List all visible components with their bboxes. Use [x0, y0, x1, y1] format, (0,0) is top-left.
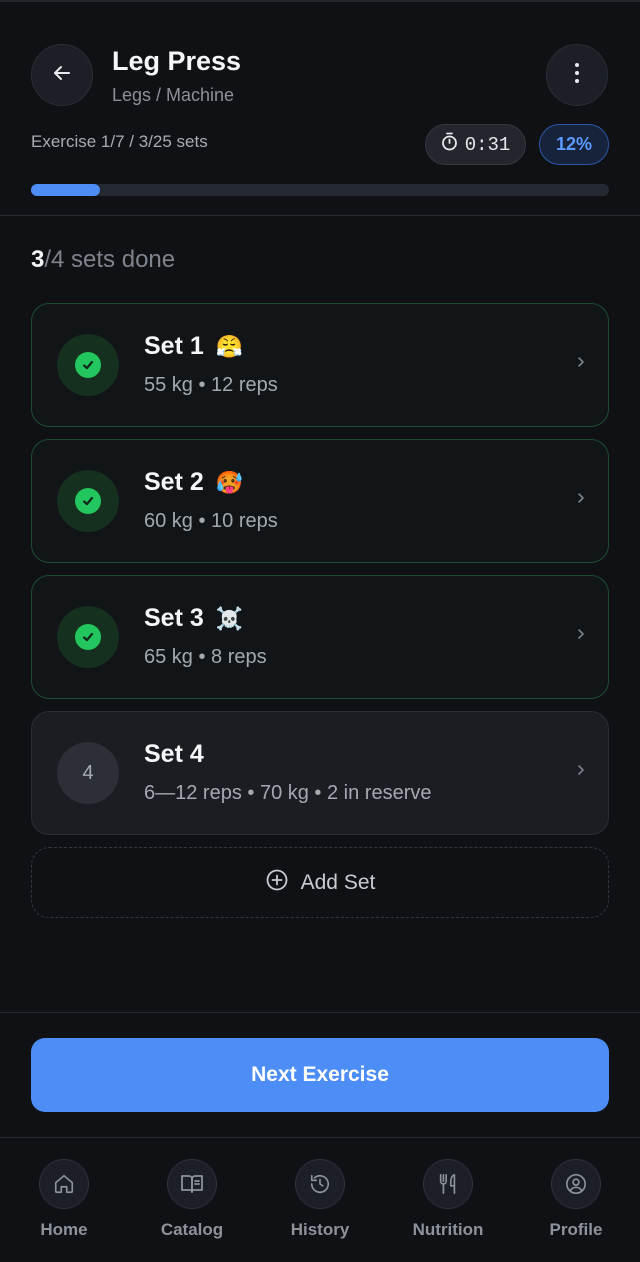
check-circle-icon [75, 488, 101, 514]
set-card-1[interactable]: Set 1 😤 55 kg • 12 reps [31, 303, 609, 427]
nav-label: Catalog [160, 1220, 224, 1239]
set-title: Set 3 ☠️ [144, 604, 243, 633]
set-title: Set 1 😤 [144, 332, 243, 361]
stopwatch-icon [441, 132, 458, 157]
footer-divider [0, 1012, 640, 1013]
set-card-2[interactable]: Set 2 🥵 60 kg • 10 reps [31, 439, 609, 563]
timer-badge: 0:31 [425, 124, 526, 165]
set-detail: 55 kg • 12 reps [144, 374, 278, 396]
set-detail: 65 kg • 8 reps [144, 646, 267, 668]
check-circle-icon [75, 624, 101, 650]
check-circle-icon [75, 352, 101, 378]
history-icon [295, 1159, 345, 1209]
nav-item-home[interactable]: Home [14, 1159, 114, 1240]
nav-item-nutrition[interactable]: Nutrition [398, 1159, 498, 1240]
utensils-icon [423, 1159, 473, 1209]
set-title-text: Set 4 [144, 740, 204, 768]
set-title: Set 2 🥵 [144, 468, 243, 497]
set-status-badge [57, 470, 119, 532]
next-exercise-button[interactable]: Next Exercise [31, 1038, 609, 1112]
chevron-right-icon [576, 354, 586, 375]
exercise-subtitle: Legs / Machine [112, 85, 235, 105]
set-status-badge [57, 606, 119, 668]
chevron-right-icon [576, 626, 586, 647]
workout-progress-text: Exercise 1/7 / 3/25 sets [31, 132, 208, 151]
add-set-button[interactable]: Add Set [31, 847, 609, 918]
arrow-left-icon [50, 61, 74, 90]
nav-label: History [290, 1220, 350, 1239]
set-title-text: Set 1 [144, 332, 204, 360]
workout-screen: Leg Press Legs / Machine Exercise 1/7 / … [0, 0, 640, 1262]
add-set-label: Add Set [300, 870, 376, 894]
nav-divider [0, 1137, 640, 1138]
sets-done-total: /4 sets done [44, 246, 176, 273]
progress-percent-badge: 12% [539, 124, 609, 165]
home-icon [39, 1159, 89, 1209]
set-title: Set 4 [144, 740, 204, 769]
set-title-text: Set 3 [144, 604, 204, 632]
progress-bar-fill [31, 184, 101, 196]
set-detail: 60 kg • 10 reps [144, 510, 278, 532]
more-vertical-icon [574, 62, 580, 89]
set-title-text: Set 2 [144, 468, 204, 496]
set-card-3[interactable]: Set 3 ☠️ 65 kg • 8 reps [31, 575, 609, 699]
timer-value: 0:31 [464, 133, 511, 156]
set-number-badge: 4 [57, 742, 119, 804]
back-button[interactable] [31, 44, 93, 106]
nav-label: Home [40, 1220, 88, 1239]
set-number: 4 [82, 761, 94, 784]
chevron-right-icon [576, 762, 586, 783]
sets-done-summary: 3/4 sets done [31, 246, 175, 274]
plus-circle-icon [265, 868, 289, 898]
set-effort-emoji: ☠️ [215, 605, 244, 631]
header-divider [0, 215, 640, 216]
nav-item-profile[interactable]: Profile [526, 1159, 626, 1240]
set-card-4[interactable]: 4 Set 4 6—12 reps • 70 kg • 2 in reserve [31, 711, 609, 835]
set-status-badge [57, 334, 119, 396]
more-options-button[interactable] [546, 44, 608, 106]
set-effort-emoji: 🥵 [215, 469, 244, 495]
book-icon [167, 1159, 217, 1209]
header: Leg Press Legs / Machine Exercise 1/7 / … [0, 0, 640, 216]
set-effort-emoji: 😤 [215, 333, 244, 359]
nav-label: Profile [549, 1220, 603, 1239]
nav-item-catalog[interactable]: Catalog [142, 1159, 242, 1240]
user-circle-icon [551, 1159, 601, 1209]
chevron-right-icon [576, 490, 586, 511]
set-target: 6—12 reps • 70 kg • 2 in reserve [144, 782, 432, 804]
sets-done-count: 3 [31, 246, 45, 273]
nav-label: Nutrition [412, 1220, 484, 1239]
exercise-title: Leg Press [112, 46, 242, 76]
progress-bar [31, 184, 609, 196]
nav-item-history[interactable]: History [270, 1159, 370, 1240]
